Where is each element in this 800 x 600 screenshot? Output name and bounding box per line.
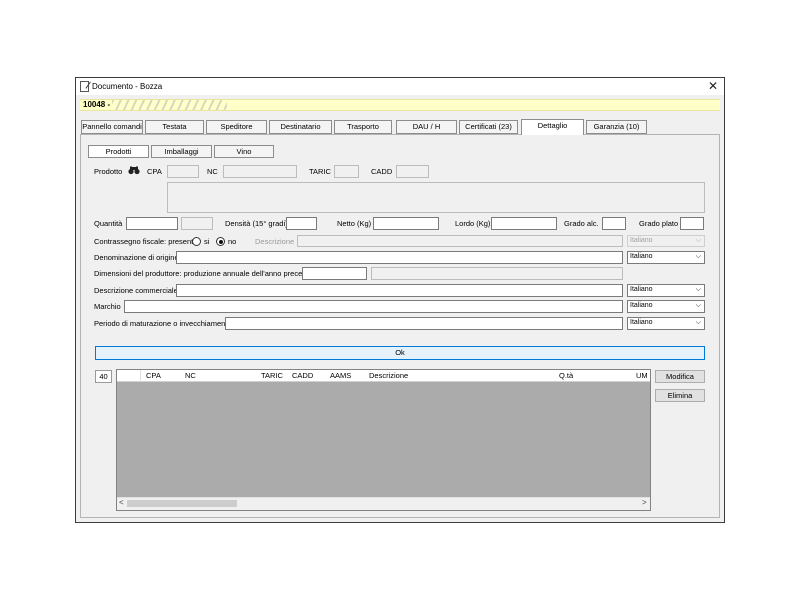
chevron-down-icon: ⌵ bbox=[695, 237, 701, 244]
tab-garanzia[interactable]: Garanzia (10) bbox=[586, 120, 647, 134]
descrizione-language-value: Italiano bbox=[630, 237, 653, 244]
subtab-prodotti[interactable]: Prodotti bbox=[88, 145, 149, 158]
quantita-field[interactable] bbox=[126, 217, 178, 230]
radio-no[interactable] bbox=[216, 237, 225, 246]
ok-button[interactable]: Ok bbox=[95, 346, 705, 360]
cadd-label: CADD bbox=[371, 167, 393, 176]
modifica-button[interactable]: Modifica bbox=[655, 370, 705, 383]
tab-trasporto[interactable]: Trasporto bbox=[334, 120, 392, 134]
nc-label: NC bbox=[207, 167, 218, 176]
denominazione-label: Denominazione di origine bbox=[94, 253, 179, 262]
descr-comm-language-select[interactable]: Italiano ⌵ bbox=[627, 284, 705, 297]
products-grid[interactable] bbox=[116, 369, 651, 511]
cpa-label: CPA bbox=[147, 167, 162, 176]
grado-plato-label: Grado plato bbox=[639, 219, 679, 228]
periodo-field[interactable] bbox=[225, 317, 623, 330]
title-bar bbox=[76, 78, 724, 95]
periodo-language-value: Italiano bbox=[630, 319, 653, 326]
tab-certificati[interactable]: Certificati (23) bbox=[459, 120, 518, 134]
radio-si-label: si bbox=[204, 237, 210, 246]
document-icon bbox=[80, 81, 89, 92]
tab-destinatario[interactable]: Destinatario bbox=[269, 120, 332, 134]
dimensioni-unit-field[interactable] bbox=[371, 267, 623, 280]
grid-column-separator bbox=[140, 370, 141, 382]
dimensioni-label: Dimensioni del produttore: produzione an… bbox=[94, 269, 322, 278]
netto-field[interactable] bbox=[373, 217, 439, 230]
radio-si[interactable] bbox=[192, 237, 201, 246]
descrizione-label: Descrizione bbox=[255, 237, 295, 246]
cadd-field[interactable] bbox=[396, 165, 429, 178]
prodotto-label: Prodotto bbox=[94, 167, 123, 176]
tab-pannello-comandi[interactable]: Pannello comandi bbox=[81, 120, 143, 134]
taric-field[interactable] bbox=[334, 165, 359, 178]
descr-comm-field[interactable] bbox=[176, 284, 623, 297]
lordo-field[interactable] bbox=[491, 217, 557, 230]
elimina-button[interactable]: Elimina bbox=[655, 389, 705, 402]
denominazione-language-select[interactable]: Italiano ⌵ bbox=[627, 251, 705, 264]
binoculars-icon[interactable] bbox=[127, 166, 141, 176]
radio-no-label: no bbox=[228, 237, 237, 246]
descrizione-language-select[interactable]: Italiano ⌵ bbox=[627, 235, 705, 247]
chevron-down-icon: ⌵ bbox=[695, 253, 701, 260]
tab-testata[interactable]: Testata bbox=[145, 120, 204, 134]
quantita-label: Quantità bbox=[94, 219, 123, 228]
subtab-vino[interactable]: Vino bbox=[214, 145, 274, 158]
row-count: 40 bbox=[95, 370, 112, 383]
grado-plato-field[interactable] bbox=[680, 217, 704, 230]
descr-comm-language-value: Italiano bbox=[630, 286, 653, 293]
densita-label: Densità (15° gradi) bbox=[225, 219, 288, 228]
scroll-right-icon[interactable]: > bbox=[642, 498, 647, 507]
marchio-label: Marchio bbox=[94, 302, 121, 311]
chevron-down-icon: ⌵ bbox=[695, 319, 701, 326]
denominazione-language-value: Italiano bbox=[630, 253, 653, 260]
column-quantita[interactable]: Q.tà bbox=[559, 371, 573, 380]
cpa-field[interactable] bbox=[167, 165, 199, 178]
periodo-language-select[interactable]: Italiano ⌵ bbox=[627, 317, 705, 330]
lordo-label: Lordo (Kg) bbox=[455, 219, 491, 228]
descr-comm-label: Descrizione commerciale bbox=[94, 286, 178, 295]
marchio-language-select[interactable]: Italiano ⌵ bbox=[627, 300, 705, 313]
dimensioni-field[interactable] bbox=[302, 267, 367, 280]
marchio-language-value: Italiano bbox=[630, 302, 653, 309]
taric-label: TARIC bbox=[309, 167, 331, 176]
scroll-left-icon[interactable]: < bbox=[119, 498, 124, 507]
periodo-label: Periodo di maturazione o invecchiamento bbox=[94, 319, 232, 328]
denominazione-field[interactable] bbox=[176, 251, 623, 264]
grado-alc-label: Grado alc. bbox=[564, 219, 599, 228]
product-description-area[interactable] bbox=[167, 182, 705, 213]
column-cadd[interactable]: CADD bbox=[292, 371, 313, 380]
chevron-down-icon: ⌵ bbox=[695, 286, 701, 293]
column-taric[interactable]: TARIC bbox=[261, 371, 283, 380]
subtab-imballaggi[interactable]: Imballaggi bbox=[151, 145, 212, 158]
document-number-hatch bbox=[112, 100, 227, 110]
column-um[interactable]: UM bbox=[636, 371, 648, 380]
tab-speditore[interactable]: Speditore bbox=[206, 120, 267, 134]
netto-label: Netto (Kg) bbox=[337, 219, 372, 228]
close-icon[interactable]: ✕ bbox=[706, 79, 720, 93]
descrizione-field[interactable] bbox=[297, 235, 623, 247]
densita-field[interactable] bbox=[286, 217, 317, 230]
window-title: Documento - Bozza bbox=[92, 82, 163, 91]
scrollbar-thumb[interactable] bbox=[127, 500, 237, 507]
tab-dettaglio[interactable]: Dettaglio bbox=[521, 119, 584, 135]
nc-field[interactable] bbox=[223, 165, 297, 178]
column-aams[interactable]: AAMS bbox=[330, 371, 351, 380]
marchio-field[interactable] bbox=[124, 300, 623, 313]
document-number: 10048 - bbox=[83, 100, 111, 109]
unita-field[interactable] bbox=[181, 217, 213, 230]
column-cpa[interactable]: CPA bbox=[146, 371, 161, 380]
tab-dau-h[interactable]: DAU / H bbox=[396, 120, 457, 134]
contrassegno-label: Contrassegno fiscale: presente bbox=[94, 237, 198, 246]
grado-alc-field[interactable] bbox=[602, 217, 626, 230]
chevron-down-icon: ⌵ bbox=[695, 302, 701, 309]
column-descrizione[interactable]: Descrizione bbox=[369, 371, 408, 380]
column-nc[interactable]: NC bbox=[185, 371, 196, 380]
